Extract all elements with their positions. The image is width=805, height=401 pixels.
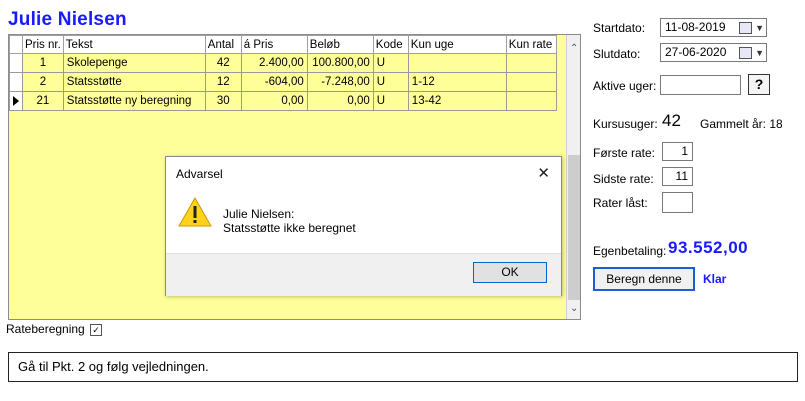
- cell-kun-uge[interactable]: 13-42: [407, 91, 507, 111]
- close-icon[interactable]: ✕: [537, 164, 550, 182]
- column-header-tekst[interactable]: Tekst: [62, 35, 206, 54]
- slutdato-value: 27-06-2020: [665, 45, 727, 59]
- row-indicator[interactable]: [9, 72, 23, 92]
- sidste-rate-input[interactable]: 11: [662, 167, 693, 186]
- gammelt-aar-label: Gammelt år: 18: [700, 117, 783, 131]
- column-header-kode[interactable]: Kode: [372, 35, 409, 54]
- cell-beloeb[interactable]: -7.248,00: [306, 72, 374, 92]
- startdato-label: Startdato:: [593, 21, 646, 35]
- cell-kun-rate[interactable]: [505, 91, 557, 111]
- cell-tekst[interactable]: Statsstøtte ny beregning: [62, 91, 206, 111]
- kursusuger-value: 42: [662, 111, 681, 130]
- column-header-a-pris[interactable]: á Pris: [240, 35, 308, 54]
- app-window: Julie Nielsen Pris nr. Tekst Antal á Pri…: [0, 0, 805, 336]
- rateberegning-label: Rateberegning: [6, 322, 85, 336]
- foerste-rate-input[interactable]: 1: [662, 142, 693, 161]
- cell-kode[interactable]: U: [372, 53, 409, 73]
- ok-button[interactable]: OK: [473, 262, 547, 283]
- help-button[interactable]: ?: [748, 74, 770, 95]
- row-indicator[interactable]: [9, 53, 23, 73]
- cell-a-pris[interactable]: 2.400,00: [240, 53, 308, 73]
- cell-kode[interactable]: U: [372, 72, 409, 92]
- aktive-uger-label: Aktive uger:: [593, 79, 657, 93]
- cell-a-pris[interactable]: 0,00: [240, 91, 308, 111]
- table-row[interactable]: 21 Statsstøtte ny beregning 30 0,00 0,00…: [9, 91, 557, 111]
- row-indicator-header: [9, 35, 23, 54]
- column-header-kun-rate[interactable]: Kun rate: [505, 35, 557, 54]
- sidste-rate-label: Sidste rate:: [593, 172, 654, 186]
- rateberegning-checkbox-row[interactable]: Rateberegning ✓: [6, 322, 103, 336]
- dialog-message-line2: Statsstøtte ikke beregnet: [223, 221, 356, 235]
- foerste-rate-label: Første rate:: [593, 146, 656, 160]
- scroll-up-icon[interactable]: ⌃: [570, 43, 578, 54]
- column-header-kun-uge[interactable]: Kun uge: [407, 35, 507, 54]
- column-header-pris-nr[interactable]: Pris nr.: [22, 35, 64, 54]
- cell-kun-rate[interactable]: [505, 53, 557, 73]
- rater-laast-label: Rater låst:: [593, 196, 648, 210]
- row-indicator-current[interactable]: [9, 91, 23, 111]
- cell-pris-nr[interactable]: 1: [22, 53, 64, 73]
- cell-beloeb[interactable]: 100.800,00: [306, 53, 374, 73]
- cell-a-pris[interactable]: -604,00: [240, 72, 308, 92]
- table-row[interactable]: 1 Skolepenge 42 2.400,00 100.800,00 U: [9, 53, 557, 73]
- warning-dialog: Advarsel ✕ Julie Nielsen: Statsstøtte ik…: [165, 156, 562, 296]
- kursusuger-label: Kursusuger:: [593, 117, 658, 131]
- dialog-footer: OK: [166, 253, 561, 296]
- scroll-down-icon[interactable]: ⌄: [570, 303, 578, 314]
- dialog-title: Advarsel: [176, 167, 223, 181]
- rateberegning-checkbox[interactable]: ✓: [90, 323, 103, 336]
- dialog-message-line1: Julie Nielsen:: [223, 207, 295, 221]
- rater-laast-input[interactable]: [662, 192, 693, 213]
- cell-pris-nr[interactable]: 21: [22, 91, 64, 111]
- table-row[interactable]: 2 Statsstøtte 12 -604,00 -7.248,00 U 1-1…: [9, 72, 557, 92]
- startdato-field[interactable]: 11-08-2019 ▼: [660, 18, 767, 37]
- cell-kun-rate[interactable]: [505, 72, 557, 92]
- current-row-pointer-icon: [13, 95, 19, 106]
- cell-pris-nr[interactable]: 2: [22, 72, 64, 92]
- beregn-denne-button[interactable]: Beregn denne: [593, 267, 695, 291]
- status-text: Klar: [703, 272, 727, 286]
- column-header-beloeb[interactable]: Beløb: [306, 35, 374, 54]
- cell-kode[interactable]: U: [372, 91, 409, 111]
- instruction-box: Gå til Pkt. 2 og følg vejledningen.: [8, 352, 798, 382]
- price-table: Pris nr. Tekst Antal á Pris Beløb Kode K…: [9, 35, 557, 111]
- cell-antal[interactable]: 30: [204, 91, 242, 111]
- slutdato-label: Slutdato:: [593, 47, 641, 61]
- egenbetaling-value: 93.552,00: [668, 238, 749, 257]
- student-name-title: Julie Nielsen: [8, 9, 127, 30]
- aktive-uger-input[interactable]: [660, 75, 741, 95]
- slutdato-field[interactable]: 27-06-2020 ▼: [660, 43, 767, 62]
- table-header-row: Pris nr. Tekst Antal á Pris Beløb Kode K…: [9, 35, 557, 54]
- startdato-value: 11-08-2019: [665, 20, 726, 34]
- cell-kun-uge[interactable]: 1-12: [407, 72, 507, 92]
- cell-beloeb[interactable]: 0,00: [306, 91, 374, 111]
- column-header-antal[interactable]: Antal: [204, 35, 242, 54]
- chevron-down-icon[interactable]: ▼: [755, 45, 764, 62]
- chevron-down-icon[interactable]: ▼: [755, 20, 764, 37]
- scrollbar-thumb[interactable]: [568, 155, 580, 300]
- cell-antal[interactable]: 12: [204, 72, 242, 92]
- calendar-icon[interactable]: [739, 22, 752, 34]
- cell-antal[interactable]: 42: [204, 53, 242, 73]
- egenbetaling-label: Egenbetaling:: [593, 244, 667, 258]
- cell-tekst[interactable]: Skolepenge: [62, 53, 206, 73]
- grid-vertical-scrollbar[interactable]: ⌃ ⌄: [566, 35, 580, 319]
- calendar-icon[interactable]: [739, 47, 752, 59]
- cell-kun-uge[interactable]: [407, 53, 507, 73]
- cell-tekst[interactable]: Statsstøtte: [62, 72, 206, 92]
